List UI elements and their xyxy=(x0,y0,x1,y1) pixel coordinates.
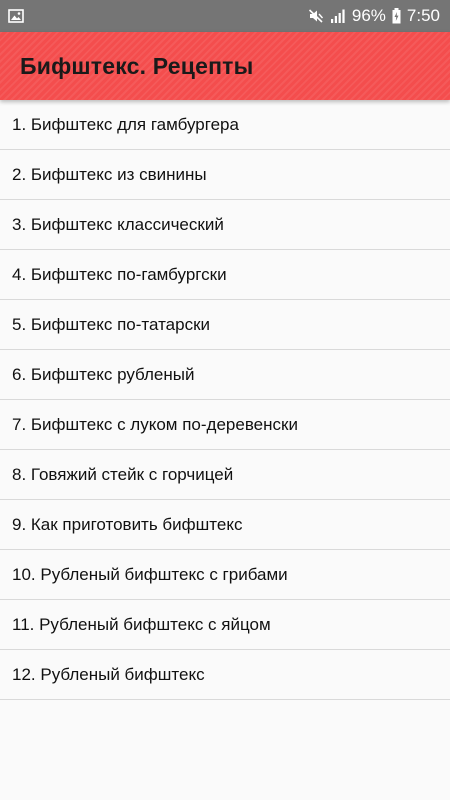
list-item[interactable]: 5. Бифштекс по-татарски xyxy=(0,300,450,350)
mute-icon xyxy=(308,8,324,24)
list-item[interactable]: 7. Бифштекс с луком по-деревенски xyxy=(0,400,450,450)
list-item[interactable]: 1. Бифштекс для гамбургера xyxy=(0,100,450,150)
list-item-label: 5. Бифштекс по-татарски xyxy=(12,314,211,334)
list-item[interactable]: 11. Рубленый бифштекс с яйцом xyxy=(0,600,450,650)
battery-percent: 96% xyxy=(351,6,386,25)
list-item[interactable]: 6. Бифштекс рубленый xyxy=(0,350,450,400)
clock: 7:50 xyxy=(406,6,440,25)
list-item[interactable]: 4. Бифштекс по-гамбургски xyxy=(0,250,450,300)
list-item-label: 4. Бифштекс по-гамбургски xyxy=(12,264,227,284)
list-item[interactable]: 2. Бифштекс из свинины xyxy=(0,150,450,200)
status-bar: 96% 7:50 xyxy=(0,0,450,32)
list-item-label: 8. Говяжий стейк с горчицей xyxy=(12,464,234,484)
list-item[interactable]: 8. Говяжий стейк с горчицей xyxy=(0,450,450,500)
app-title: Бифштекс. Рецепты xyxy=(20,52,254,79)
list-item-label: 11. Рубленый бифштекс с яйцом xyxy=(12,614,271,634)
signal-icon xyxy=(330,8,346,24)
list-item-label: 9. Как приготовить бифштекс xyxy=(12,514,243,534)
list-item-label: 1. Бифштекс для гамбургера xyxy=(12,114,239,134)
app-bar: Бифштекс. Рецепты xyxy=(0,32,450,100)
list-item-label: 10. Рубленый бифштекс с грибами xyxy=(12,564,288,584)
list-item-label: 2. Бифштекс из свинины xyxy=(12,164,207,184)
list-item[interactable]: 12. Рубленый бифштекс xyxy=(0,650,450,700)
list-item[interactable]: 3. Бифштекс классический xyxy=(0,200,450,250)
list-item-label: 7. Бифштекс с луком по-деревенски xyxy=(12,414,298,434)
list-item[interactable]: 9. Как приготовить бифштекс xyxy=(0,500,450,550)
image-notification-icon xyxy=(8,9,24,23)
battery-charging-icon xyxy=(392,8,401,24)
list-item-label: 6. Бифштекс рубленый xyxy=(12,364,195,384)
list-item[interactable]: 10. Рубленый бифштекс с грибами xyxy=(0,550,450,600)
list-item-label: 12. Рубленый бифштекс xyxy=(12,664,205,684)
list-item-label: 3. Бифштекс классический xyxy=(12,214,224,234)
recipe-list: 1. Бифштекс для гамбургера 2. Бифштекс и… xyxy=(0,100,450,700)
